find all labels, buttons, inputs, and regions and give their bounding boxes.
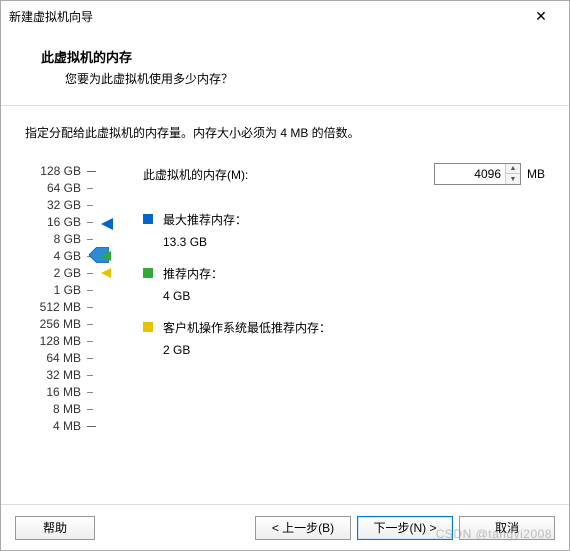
next-button[interactable]: 下一步(N) >: [357, 516, 453, 540]
page-title: 此虚拟机的内存: [41, 47, 545, 66]
scale-label: 2 GB: [25, 265, 81, 282]
body-row: 128 GB 64 GB 32 GB 16 GB 8 GB 4 GB 2 GB …: [25, 163, 545, 435]
content: 指定分配给此虚拟机的内存量。内存大小必须为 4 MB 的倍数。 128 GB 6…: [1, 106, 569, 504]
memory-spinner[interactable]: ▲ ▼: [434, 163, 521, 185]
scale-label: 4 MB: [25, 418, 81, 435]
footer: 帮助 < 上一步(B) 下一步(N) > 取消 CSDN @tangyi2008: [1, 504, 569, 550]
max-memory-marker-icon: [101, 218, 113, 230]
scale-label: 512 MB: [25, 299, 81, 316]
memory-label: 此虚拟机的内存(M):: [143, 166, 434, 183]
scale-label: 64 MB: [25, 350, 81, 367]
wizard-window: 新建虚拟机向导 ✕ 此虚拟机的内存 您要为此虚拟机使用多少内存？ 指定分配给此虚…: [0, 0, 570, 551]
page-subtitle: 您要为此虚拟机使用多少内存？: [41, 70, 545, 87]
close-button[interactable]: ✕: [521, 2, 561, 30]
spinner-buttons: ▲ ▼: [505, 164, 520, 184]
legend-min-value: 2 GB: [163, 343, 545, 357]
scale-label: 128 MB: [25, 333, 81, 350]
memory-unit: MB: [527, 167, 545, 181]
scale-label: 32 GB: [25, 197, 81, 214]
spinner-up-button[interactable]: ▲: [506, 164, 520, 174]
memory-slider-track[interactable]: [87, 163, 97, 435]
scale-label: 32 MB: [25, 367, 81, 384]
close-icon: ✕: [535, 8, 547, 25]
scale-label: 1 GB: [25, 282, 81, 299]
legend-max-value: 13.3 GB: [163, 235, 545, 249]
legend-max: 最大推荐内存：: [143, 211, 545, 229]
back-button[interactable]: < 上一步(B): [255, 516, 351, 540]
memory-input[interactable]: [435, 164, 505, 184]
legend-rec-label: 推荐内存：: [163, 265, 223, 283]
square-blue-icon: [143, 214, 153, 224]
scale-label: 8 MB: [25, 401, 81, 418]
memory-scale-labels: 128 GB 64 GB 32 GB 16 GB 8 GB 4 GB 2 GB …: [25, 163, 87, 435]
instruction-text: 指定分配给此虚拟机的内存量。内存大小必须为 4 MB 的倍数。: [25, 124, 545, 141]
scale-label: 256 MB: [25, 316, 81, 333]
cancel-button[interactable]: 取消: [459, 516, 555, 540]
square-yellow-icon: [143, 322, 153, 332]
scale-label: 4 GB: [25, 248, 81, 265]
legend-min-label: 客户机操作系统最低推荐内存：: [163, 319, 331, 337]
info-column: 此虚拟机的内存(M): ▲ ▼ MB 最大推荐内存： 13.3 GB: [127, 163, 545, 435]
window-title: 新建虚拟机向导: [9, 8, 521, 25]
help-button[interactable]: 帮助: [15, 516, 95, 540]
spinner-down-button[interactable]: ▼: [506, 174, 520, 184]
titlebar: 新建虚拟机向导 ✕: [1, 1, 569, 31]
scale-label: 16 GB: [25, 214, 81, 231]
scale-label: 16 MB: [25, 384, 81, 401]
memory-input-row: 此虚拟机的内存(M): ▲ ▼ MB: [143, 163, 545, 185]
legend-max-label: 最大推荐内存：: [163, 211, 247, 229]
square-green-icon: [143, 268, 153, 278]
marker-column: [97, 163, 127, 435]
scale-label: 8 GB: [25, 231, 81, 248]
scale-label: 128 GB: [25, 163, 81, 180]
header: 此虚拟机的内存 您要为此虚拟机使用多少内存？: [1, 31, 569, 105]
recommended-memory-marker-icon: [101, 251, 111, 261]
legend-min: 客户机操作系统最低推荐内存：: [143, 319, 545, 337]
legend-rec: 推荐内存：: [143, 265, 545, 283]
scale-label: 64 GB: [25, 180, 81, 197]
legend-rec-value: 4 GB: [163, 289, 545, 303]
min-memory-marker-icon: [101, 268, 111, 278]
